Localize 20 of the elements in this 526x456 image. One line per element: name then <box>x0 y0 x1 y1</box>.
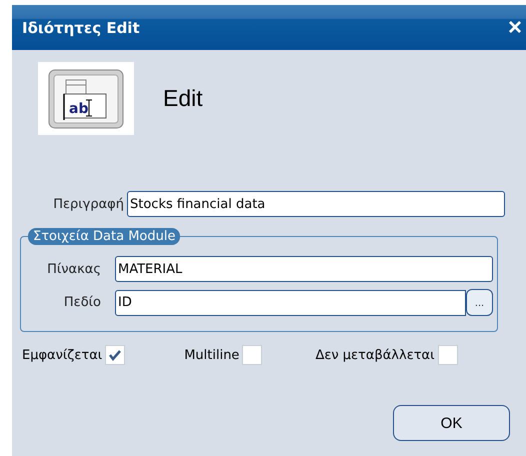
edit-control-icon: ab <box>38 62 134 135</box>
checkbox-label: Δεν μεταβάλλεται <box>315 348 435 362</box>
checkbox[interactable] <box>242 345 262 365</box>
checkbox-label: Εμφανίζεται <box>22 348 102 362</box>
checkbox[interactable] <box>438 345 458 365</box>
control-title: Edit <box>163 85 203 112</box>
text-field[interactable]: MATERIAL <box>115 256 493 282</box>
close-button[interactable]: × <box>504 16 526 40</box>
checkbox[interactable] <box>105 345 126 365</box>
window-title: Ιδιότητες Edit <box>22 18 140 36</box>
ok-button[interactable]: OK <box>393 405 510 441</box>
text-field[interactable]: ID <box>115 290 466 316</box>
checkbox-label: Multiline <box>184 348 240 362</box>
field-label: Πεδίο <box>62 295 101 310</box>
browse-button[interactable]: ... <box>466 289 493 316</box>
check-icon <box>108 349 122 361</box>
field-label: Περιγραφή <box>52 196 124 212</box>
group-legend: Στοιχεία Data Module <box>28 228 180 245</box>
field-label: Πίνακας <box>46 262 101 276</box>
text-field[interactable]: Stocks financial data <box>127 191 505 217</box>
